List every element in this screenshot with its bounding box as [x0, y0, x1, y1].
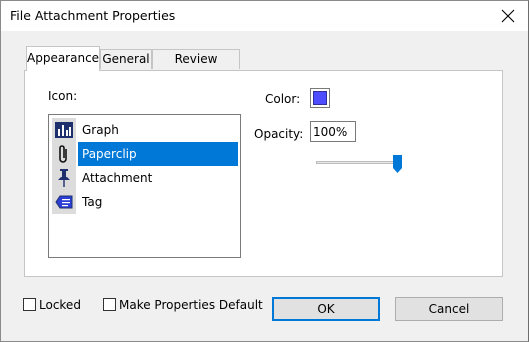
list-item-paperclip[interactable]: Paperclip	[51, 142, 238, 166]
close-button[interactable]	[488, 1, 528, 31]
color-label: Color:	[265, 92, 301, 106]
cancel-button[interactable]: Cancel	[395, 297, 503, 321]
icon-label: Icon:	[48, 89, 78, 103]
tab-appearance-label: Appearance	[27, 51, 100, 65]
tag-icon	[52, 190, 76, 214]
icon-listbox[interactable]: Graph Paperclip Attachment Tag	[48, 114, 241, 258]
make-default-label: Make Properties Default	[119, 298, 263, 312]
opacity-slider-track[interactable]	[316, 161, 402, 164]
close-icon	[501, 9, 515, 23]
tab-general[interactable]: General	[100, 49, 152, 69]
title-bar: File Attachment Properties	[1, 1, 528, 31]
tab-review-history[interactable]: Review History	[152, 49, 240, 85]
pushpin-icon	[52, 166, 76, 190]
list-item-tag[interactable]: Tag	[51, 190, 238, 214]
list-item-label: Tag	[82, 195, 103, 209]
ok-label: OK	[317, 302, 335, 316]
opacity-slider-thumb[interactable]	[393, 155, 402, 176]
color-swatch-fill	[313, 91, 327, 105]
list-item-label: Paperclip	[82, 147, 137, 161]
list-item-label: Graph	[82, 123, 119, 137]
tab-general-label: General	[102, 52, 150, 66]
tab-appearance[interactable]: Appearance	[26, 46, 100, 71]
cancel-label: Cancel	[428, 302, 470, 316]
opacity-input[interactable]: 100%	[310, 121, 356, 142]
list-item-graph[interactable]: Graph	[51, 118, 238, 142]
window-title: File Attachment Properties	[10, 8, 176, 23]
paperclip-icon	[52, 142, 76, 166]
list-item-attachment[interactable]: Attachment	[51, 166, 238, 190]
list-item-label: Attachment	[82, 171, 153, 185]
locked-label: Locked	[39, 298, 81, 312]
make-default-checkbox[interactable]	[103, 298, 116, 311]
graph-icon	[52, 118, 76, 142]
ok-button[interactable]: OK	[272, 297, 380, 321]
locked-checkbox[interactable]	[23, 298, 36, 311]
color-picker-button[interactable]	[310, 88, 330, 108]
opacity-label: Opacity:	[254, 127, 304, 141]
